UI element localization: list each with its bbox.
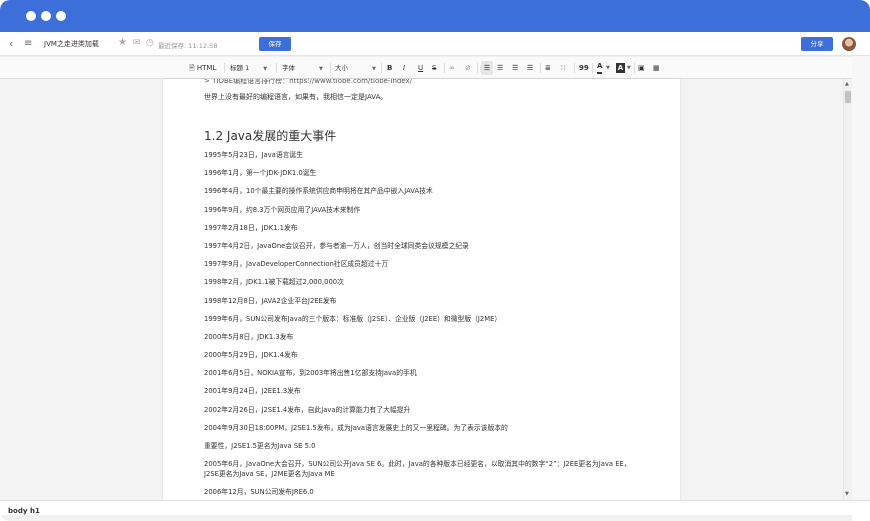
table-icon[interactable]: ▦ — [653, 61, 660, 75]
paragraph: 1997年4月2日，JavaOne会议召开，参与者逾一万人，创当时全球同类会议规… — [204, 241, 469, 250]
paragraph: 重要性，J2SE1.5更名为Java SE 5.0 — [204, 442, 316, 450]
caret-down-icon: ▼ — [263, 66, 268, 72]
numbered-list-icon[interactable]: ≣ — [545, 61, 551, 75]
mail-icon[interactable]: ✉ — [133, 38, 141, 48]
caret-down-icon[interactable]: ▼ — [606, 61, 610, 75]
editor-page[interactable]: > TIOBE编程语言排行榜：https://www.tiobe.com/tio… — [163, 79, 680, 500]
align-right-icon[interactable]: ☰ — [512, 61, 518, 75]
app-window: ‹ ≡ JVM之走进类加载 ★ ✉ ◷ 最近保存: 11:12:58 保存 分享… — [0, 0, 870, 521]
font-color-icon[interactable]: A — [597, 61, 603, 74]
paragraph: 2001年9月24日，J2EE1.3发布 — [204, 387, 301, 396]
align-justify-icon[interactable]: ☰ — [527, 61, 533, 75]
link-icon[interactable]: ∞ — [449, 61, 455, 75]
heading-select-value: 标题 1 — [230, 64, 250, 72]
strikethrough-button[interactable]: S — [432, 61, 436, 75]
font-select-value: 字体 — [282, 64, 295, 72]
toolbar-divider — [540, 63, 541, 73]
toolbar-divider — [276, 63, 277, 73]
toolbar-divider — [592, 63, 593, 73]
toolbar-divider — [634, 63, 635, 73]
intro-paragraph: 世界上没有最好的编程语言，如果有，我相信一定是JAVA。 — [204, 93, 388, 101]
align-left-icon[interactable]: ☰ — [481, 61, 493, 75]
scrollbar-thumb[interactable] — [845, 91, 851, 103]
save-button[interactable]: 保存 — [259, 37, 291, 51]
paragraph: 2000年5月8日，JDK1.3发布 — [204, 332, 294, 341]
last-saved-text: 最近保存: 11:12:58 — [158, 42, 218, 50]
paragraph: 2006年12月，SUN公司发布JRE6.0 — [204, 488, 314, 497]
section-heading: 1.2 Java发展的重大事件 — [204, 129, 337, 143]
toolbar-divider — [224, 63, 225, 73]
paragraph: 1996年1月，第一个JDK-JDK1.0诞生 — [204, 169, 317, 178]
window-dot-3[interactable] — [56, 11, 66, 21]
paragraph: 2004年9月30日18:00PM，J2SE1.5发布，成为Java语言发展史上… — [204, 423, 508, 432]
italic-button[interactable]: I — [403, 61, 405, 75]
caret-down-icon: ▼ — [319, 66, 323, 72]
underline-button[interactable]: U — [418, 61, 423, 75]
file-code-icon: 🗎 — [189, 64, 195, 72]
size-select[interactable]: 大小 ▼ — [335, 61, 379, 75]
blockquote-button[interactable]: 99 — [579, 61, 589, 75]
vertical-scrollbar[interactable] — [843, 79, 852, 500]
window-dot-2[interactable] — [41, 11, 51, 21]
toolbar-divider — [330, 63, 331, 73]
paragraph: 1996年4月，10个最主要的操作系统供应商申明将在其产品中嵌入JAVA技术 — [204, 187, 433, 196]
hamburger-menu-icon[interactable]: ≡ — [24, 37, 32, 51]
document-content[interactable]: > TIOBE编程语言排行榜：https://www.tiobe.com/tio… — [204, 79, 644, 500]
window-dot-1[interactable] — [26, 11, 36, 21]
source-html-button[interactable]: 🗎 HTML — [189, 61, 216, 75]
truncated-line: > TIOBE编程语言排行榜：https://www.tiobe.com/tio… — [204, 79, 413, 85]
paragraph: 1995年5月23日，Java语言诞生 — [204, 151, 304, 159]
avatar[interactable] — [842, 37, 856, 51]
unlink-icon[interactable]: ⊘ — [465, 61, 471, 75]
heading-select[interactable]: 标题 1 ▼ — [230, 61, 272, 75]
paragraph: 1998年12月8日，JAVA2企业平台J2EE发布 — [204, 296, 337, 305]
toolbar-divider — [574, 63, 575, 73]
horizontal-scrollbar[interactable] — [0, 515, 852, 521]
document-title[interactable]: JVM之走进类加载 — [44, 39, 99, 49]
star-icon[interactable]: ★ — [118, 37, 127, 48]
scroll-down-arrow-icon[interactable]: ▼ — [845, 491, 849, 497]
background-color-icon[interactable]: A — [616, 63, 625, 73]
chevron-left-icon[interactable]: ‹ — [9, 37, 13, 51]
paragraph: 1996年9月，约8.3万个网页应用了JAVA技术来制作 — [204, 205, 361, 214]
title-bar — [0, 0, 870, 32]
paragraph: 1997年9月，JavaDeveloperConnection社区成员超过十万 — [204, 260, 389, 269]
toolbar-divider — [477, 63, 478, 73]
right-gutter — [852, 56, 870, 521]
scroll-up-arrow-icon[interactable]: ▲ — [845, 81, 849, 87]
toolbar-divider — [381, 63, 382, 73]
paragraph: 2005年6月，JavaOne大会召开，SUN公司公开Java SE 6。此时，… — [204, 460, 631, 479]
toolbar-divider — [444, 63, 445, 73]
caret-down-icon[interactable]: ▼ — [627, 61, 631, 75]
size-select-value: 大小 — [335, 64, 348, 72]
font-select[interactable]: 字体 ▼ — [282, 61, 326, 75]
source-html-label: HTML — [196, 64, 217, 72]
paragraph: 1998年2月，JDK1.1被下载超过2,000,000次 — [204, 278, 344, 287]
editor-toolbar: 🗎 HTML 标题 1 ▼ 字体 ▼ 大小 ▼ B I U S ∞ ⊘ ☰ ☰ ☰ ☰… — [0, 56, 870, 79]
document-header: ‹ ≡ JVM之走进类加载 ★ ✉ ◷ 最近保存: 11:12:58 保存 分享 — [0, 32, 870, 56]
clock-icon: ◷ — [146, 38, 154, 48]
paragraph: 1999年6月，SUN公司发布Java的三个版本：标准版（J2SE）、企业版（J… — [204, 314, 502, 323]
bullet-list-icon[interactable]: ∷ — [561, 61, 565, 75]
paragraph: 2002年2月26日，J2SE1.4发布，自此Java的计算能力有了大幅提升 — [204, 405, 411, 414]
paragraph: 1997年2月18日，JDK1.1发布 — [204, 223, 298, 232]
paragraph: 2000年5月29日，JDK1.4发布 — [204, 351, 298, 360]
share-button[interactable]: 分享 — [801, 37, 833, 51]
element-path-h1[interactable]: h1 — [30, 507, 40, 515]
element-path-body[interactable]: body — [8, 507, 27, 515]
paragraph: 2001年6月5日，NOKIA宣布，到2003年将出售1亿部支持Java的手机 — [204, 369, 417, 378]
bold-button[interactable]: B — [387, 61, 392, 75]
align-center-icon[interactable]: ☰ — [497, 61, 503, 75]
image-icon[interactable]: ▣ — [638, 61, 645, 75]
caret-down-icon: ▼ — [372, 66, 376, 72]
